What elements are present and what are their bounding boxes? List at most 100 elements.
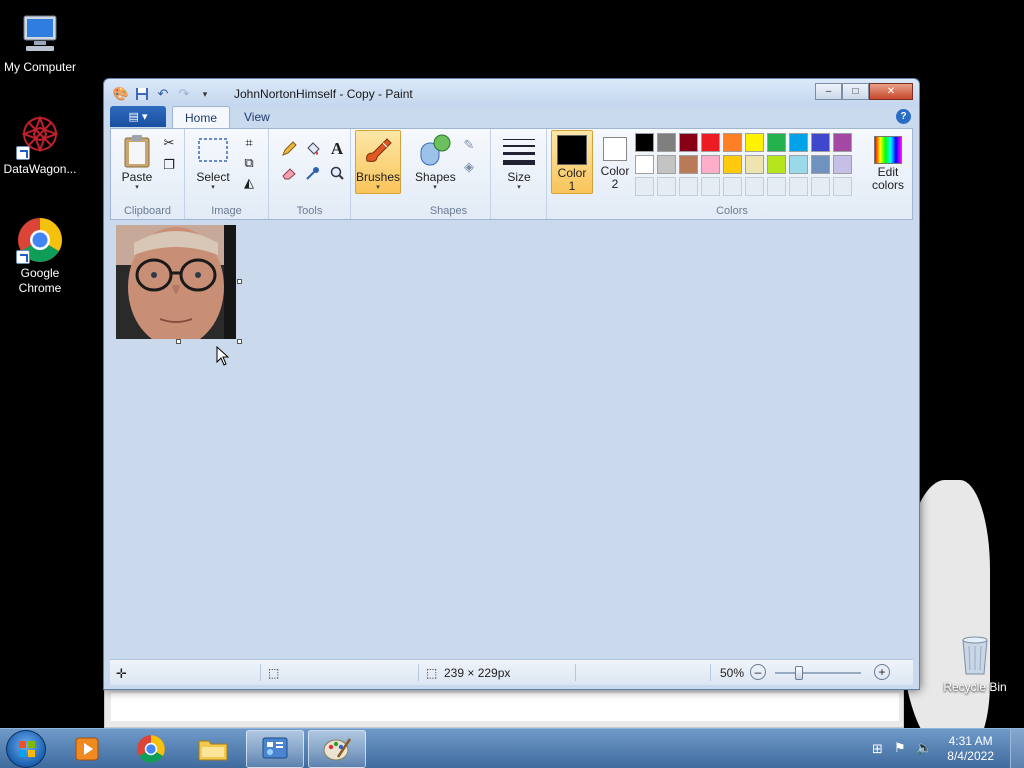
palette-swatch[interactable] [657, 133, 676, 152]
fill-icon[interactable]: ◈ [459, 157, 479, 177]
palette-swatch-empty[interactable] [767, 177, 786, 196]
palette-swatch[interactable] [789, 155, 808, 174]
folder-icon [198, 740, 228, 761]
palette-swatch[interactable] [723, 133, 742, 152]
palette-swatch-empty[interactable] [789, 177, 808, 196]
image-size-icon: ⬚ [426, 666, 438, 680]
system-tray: ⊞ ⚑ 🔈 4:31 AM 8/4/2022 [854, 729, 1024, 768]
eraser-icon[interactable] [279, 163, 299, 183]
palette-swatch[interactable] [833, 133, 852, 152]
show-desktop-button[interactable] [1010, 729, 1024, 768]
clock-time: 4:31 AM [948, 734, 993, 748]
taskbar-explorer[interactable] [184, 730, 242, 768]
edit-colors-button[interactable]: Edit colors [863, 133, 913, 192]
zoom-out-button[interactable]: – [750, 664, 766, 680]
palette-swatch[interactable] [635, 133, 654, 152]
zoom-in-button[interactable]: + [874, 664, 890, 680]
taskbar-control-panel[interactable] [246, 730, 304, 768]
zoom-slider[interactable] [775, 672, 861, 674]
redo-icon[interactable]: ↷ [175, 85, 193, 103]
palette-swatch-empty[interactable] [745, 177, 764, 196]
start-button[interactable] [6, 730, 46, 768]
canvas-area[interactable] [110, 220, 913, 657]
action-center-icon[interactable]: ⚑ [894, 740, 906, 756]
paste-button[interactable]: Paste ▾ [117, 133, 157, 192]
file-menu-button[interactable]: ▤ ▾ [110, 106, 166, 127]
desktop-icon-my-computer[interactable]: My Computer [0, 10, 80, 75]
palette-swatch-empty[interactable] [833, 177, 852, 196]
text-icon[interactable]: A [327, 139, 347, 159]
fill-bucket-icon[interactable] [303, 139, 323, 159]
palette-swatch[interactable] [745, 133, 764, 152]
status-bar: ✛ ⬚ ⬚ 239 × 229px 50% – + [110, 659, 913, 685]
tab-home[interactable]: Home [172, 106, 231, 128]
palette-swatch[interactable] [811, 133, 830, 152]
resize-handle-right[interactable] [237, 279, 242, 284]
palette-swatch[interactable] [701, 155, 720, 174]
color1-button[interactable]: Color 1 [551, 130, 593, 194]
palette-swatch[interactable] [767, 155, 786, 174]
brushes-button[interactable]: Brushes ▾ [355, 130, 401, 194]
minimize-button[interactable]: – [815, 83, 842, 100]
computer-icon [16, 10, 64, 58]
resize-handle-bottom[interactable] [176, 339, 181, 344]
palette-swatch-empty[interactable] [723, 177, 742, 196]
palette-swatch[interactable] [767, 133, 786, 152]
paint-app-icon: 🎨 [112, 86, 130, 101]
desktop-icon-label: DataWagon... [3, 162, 77, 176]
pencil-icon[interactable] [279, 139, 299, 159]
customize-qat-icon[interactable]: ▾ [196, 85, 214, 103]
copy-icon[interactable]: ❐ [159, 155, 179, 175]
cut-icon[interactable]: ✂ [159, 133, 179, 153]
canvas-image[interactable] [116, 225, 236, 339]
desktop-icon-datawagon[interactable]: DataWagon... [0, 112, 80, 177]
control-panel-icon [262, 737, 288, 759]
colors-group: Color 1 Color 2 Edit colors Colors [547, 129, 917, 219]
undo-icon[interactable]: ↶ [154, 85, 172, 103]
close-button[interactable]: ✕ [869, 83, 913, 100]
taskbar-paint[interactable] [308, 730, 366, 768]
save-icon[interactable] [133, 85, 151, 103]
desktop-icon-chrome[interactable]: Google Chrome [0, 216, 80, 296]
desktop-icon-recycle-bin[interactable]: Recycle Bin [935, 630, 1015, 695]
outline-icon[interactable]: ✎ [459, 135, 479, 155]
volume-icon[interactable]: 🔈 [916, 740, 932, 756]
palette-swatch[interactable] [723, 155, 742, 174]
shapes-icon [418, 133, 452, 169]
resize-icon[interactable]: ⧉ [239, 153, 259, 173]
palette-swatch[interactable] [789, 133, 808, 152]
palette-swatch[interactable] [701, 133, 720, 152]
crop-icon[interactable]: ⌗ [239, 133, 259, 153]
resize-handle-corner[interactable] [237, 339, 242, 344]
tab-view[interactable]: View [232, 106, 282, 128]
tools-group: A Tools [269, 129, 351, 219]
palette-swatch[interactable] [679, 133, 698, 152]
palette-swatch-empty[interactable] [679, 177, 698, 196]
palette-swatch-empty[interactable] [701, 177, 720, 196]
help-icon[interactable]: ? [896, 109, 911, 124]
color2-button[interactable]: Color 2 [595, 130, 635, 194]
clock[interactable]: 4:31 AM 8/4/2022 [947, 734, 994, 764]
palette-swatch-empty[interactable] [657, 177, 676, 196]
color-picker-icon[interactable] [303, 163, 323, 183]
taskbar-chrome[interactable] [122, 730, 180, 768]
network-icon[interactable]: ⊞ [872, 741, 883, 757]
palette-swatch-empty[interactable] [635, 177, 654, 196]
palette-swatch[interactable] [833, 155, 852, 174]
palette-swatch-empty[interactable] [811, 177, 830, 196]
maximize-button[interactable]: □ [842, 83, 869, 100]
size-button[interactable]: Size ▾ [499, 133, 539, 192]
taskbar-media-player[interactable] [58, 730, 116, 768]
background-window[interactable] [104, 688, 904, 728]
shapes-button[interactable]: Shapes ▾ [415, 133, 456, 192]
palette-swatch[interactable] [679, 155, 698, 174]
zoom-slider-thumb[interactable] [795, 666, 803, 680]
rotate-icon[interactable]: ◭ [239, 173, 259, 193]
palette-swatch[interactable] [657, 155, 676, 174]
title-bar[interactable]: 🎨 ↶ ↷ ▾ JohnNortonHimself - Copy - Paint… [104, 79, 919, 107]
select-button[interactable]: Select ▾ [193, 133, 233, 192]
palette-swatch[interactable] [745, 155, 764, 174]
palette-swatch[interactable] [811, 155, 830, 174]
palette-swatch[interactable] [635, 155, 654, 174]
magnifier-icon[interactable] [327, 163, 347, 183]
